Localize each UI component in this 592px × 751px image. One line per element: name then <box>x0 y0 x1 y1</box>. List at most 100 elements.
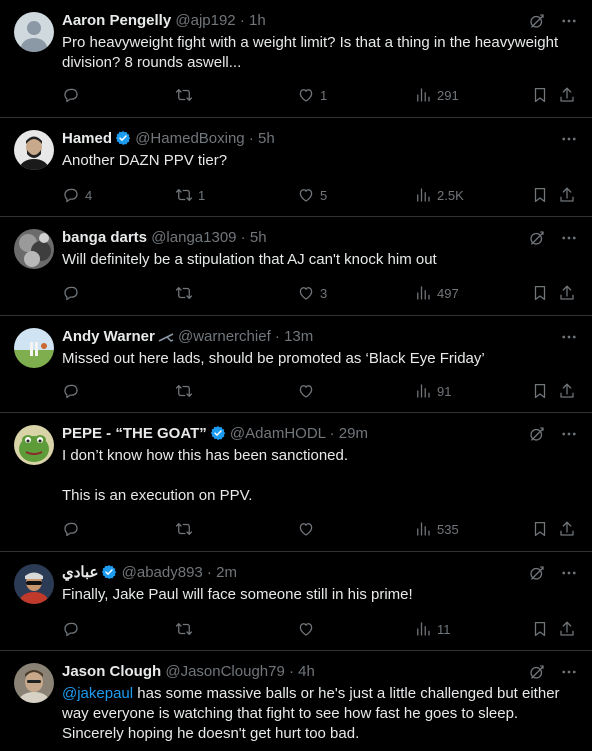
reply-button[interactable] <box>62 283 85 303</box>
bookmark-button[interactable] <box>531 283 549 303</box>
more-icon[interactable] <box>560 564 578 582</box>
like-button[interactable] <box>297 619 320 639</box>
more-icon[interactable] <box>560 663 578 681</box>
tweet-text: Finally, Jake Paul will face someone sti… <box>62 586 413 603</box>
action-bar: 91 <box>62 381 578 401</box>
retweet-button[interactable]: 1 <box>175 185 205 205</box>
retweet-button[interactable] <box>175 619 198 639</box>
display-name[interactable]: banga darts <box>62 229 147 246</box>
like-button[interactable]: 5 <box>297 185 327 205</box>
retweet-icon <box>175 520 193 538</box>
grok-icon[interactable] <box>528 663 546 681</box>
reply-button[interactable] <box>62 619 85 639</box>
reply-button[interactable] <box>62 85 85 105</box>
avatar[interactable] <box>14 564 54 604</box>
avatar[interactable] <box>14 12 54 52</box>
bookmark-button[interactable] <box>531 619 549 639</box>
views-button[interactable]: 497 <box>414 283 459 303</box>
separator: · <box>244 130 258 147</box>
timestamp[interactable]: 13m <box>284 328 313 345</box>
views-button[interactable]: 2.5K <box>414 185 464 205</box>
avatar[interactable] <box>14 328 54 368</box>
avatar[interactable] <box>14 130 54 170</box>
reply-count: 4 <box>85 187 93 203</box>
share-button[interactable] <box>558 283 576 303</box>
tweet-5[interactable]: PEPE - “THE GOAT” @AdamHODL · 29m I don’… <box>0 413 592 552</box>
display-name[interactable]: عبادي <box>62 564 98 581</box>
like-count: 5 <box>320 187 328 203</box>
share-icon <box>558 86 576 104</box>
retweet-button[interactable] <box>175 85 198 105</box>
retweet-button[interactable] <box>175 283 198 303</box>
tweet-text: Another DAZN PPV tier? <box>62 152 228 169</box>
like-icon <box>297 284 315 302</box>
tweet-1[interactable]: Aaron Pengelly @ajp192 · 1h Pro heavywei… <box>0 0 592 118</box>
retweet-button[interactable] <box>175 519 198 539</box>
grok-icon[interactable] <box>528 425 546 443</box>
reply-button[interactable] <box>62 519 85 539</box>
timestamp[interactable]: 2m <box>216 564 237 581</box>
grok-icon[interactable] <box>528 12 546 30</box>
tweet-7[interactable]: Jason Clough @JasonClough79 · 4h @jakepa… <box>0 651 592 751</box>
display-name[interactable]: Aaron Pengelly <box>62 12 171 29</box>
tweet-4[interactable]: Andy Warner @warnerchief · 13m Missed ou… <box>0 316 592 413</box>
user-handle[interactable]: @AdamHODL <box>230 425 326 442</box>
avatar[interactable] <box>14 425 54 465</box>
timestamp[interactable]: 29m <box>339 425 368 442</box>
avatar[interactable] <box>14 229 54 269</box>
more-icon[interactable] <box>560 130 578 148</box>
grok-icon[interactable] <box>528 229 546 247</box>
display-name[interactable]: Andy Warner <box>62 328 155 345</box>
bookmark-button[interactable] <box>531 85 549 105</box>
like-icon <box>297 186 315 204</box>
user-handle[interactable]: @warnerchief <box>178 328 271 345</box>
retweet-count: 1 <box>198 187 206 203</box>
separator: · <box>284 663 299 680</box>
timestamp[interactable]: 1h <box>249 12 266 29</box>
display-name[interactable]: Jason Clough <box>62 663 161 680</box>
tweet-text: I don’t know how this has been sanctione… <box>62 447 349 504</box>
share-button[interactable] <box>558 185 576 205</box>
views-button[interactable]: 535 <box>414 519 459 539</box>
tweet-text: Missed out here lads, should be promoted… <box>62 350 485 367</box>
reply-button[interactable]: 4 <box>62 185 92 205</box>
more-icon[interactable] <box>560 12 578 30</box>
bookmark-button[interactable] <box>531 381 549 401</box>
user-handle[interactable]: @ajp192 <box>175 12 235 29</box>
display-name[interactable]: Hamed <box>62 130 112 147</box>
views-button[interactable]: 91 <box>414 381 451 401</box>
reply-icon <box>62 86 80 104</box>
more-icon[interactable] <box>560 328 578 346</box>
like-button[interactable] <box>297 519 320 539</box>
user-handle[interactable]: @HamedBoxing <box>135 130 244 147</box>
tweet-3[interactable]: banga darts @langa1309 · 5h Will definit… <box>0 217 592 316</box>
share-button[interactable] <box>558 85 576 105</box>
like-button[interactable]: 3 <box>297 283 327 303</box>
reply-button[interactable] <box>62 381 85 401</box>
more-icon[interactable] <box>560 229 578 247</box>
share-button[interactable] <box>558 619 576 639</box>
share-button[interactable] <box>558 381 576 401</box>
like-button[interactable]: 1 <box>297 85 327 105</box>
user-handle[interactable]: @JasonClough79 <box>165 663 284 680</box>
views-button[interactable]: 291 <box>414 85 459 105</box>
tweet-2[interactable]: Hamed @HamedBoxing · 5h Another DAZN PPV… <box>0 118 592 217</box>
share-button[interactable] <box>558 519 576 539</box>
bookmark-button[interactable] <box>531 519 549 539</box>
bookmark-icon <box>531 86 549 104</box>
like-button[interactable] <box>297 381 320 401</box>
user-handle[interactable]: @abady893 <box>122 564 203 581</box>
grok-icon[interactable] <box>528 564 546 582</box>
display-name[interactable]: PEPE - “THE GOAT” <box>62 425 207 442</box>
more-icon[interactable] <box>560 425 578 443</box>
user-handle[interactable]: @langa1309 <box>151 229 236 246</box>
avatar[interactable] <box>14 663 54 703</box>
timestamp[interactable]: 4h <box>298 663 315 680</box>
tweet-6[interactable]: عبادي @abady893 · 2m Finally, Jake Paul … <box>0 552 592 651</box>
bookmark-button[interactable] <box>531 185 549 205</box>
timestamp[interactable]: 5h <box>250 229 267 246</box>
timestamp[interactable]: 5h <box>258 130 275 147</box>
mention-link[interactable]: @jakepaul <box>62 685 133 702</box>
retweet-button[interactable] <box>175 381 198 401</box>
views-button[interactable]: 11 <box>414 619 451 639</box>
